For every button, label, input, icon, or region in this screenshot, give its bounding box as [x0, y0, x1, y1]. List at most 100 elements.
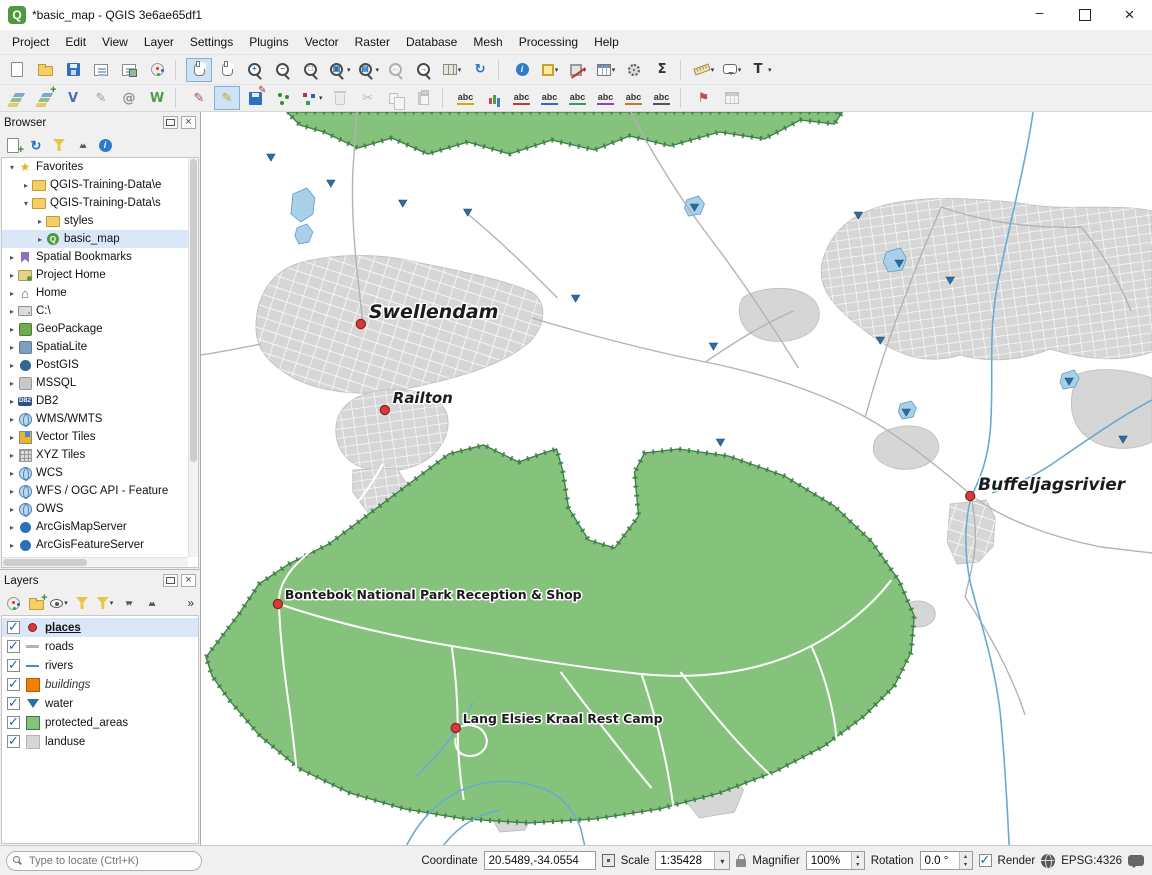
- scrollbar-thumb[interactable]: [3, 559, 87, 566]
- menu-project[interactable]: Project: [4, 32, 57, 52]
- layer-item-landuse[interactable]: landuse: [2, 732, 198, 751]
- zoom-in-button[interactable]: +: [242, 58, 268, 82]
- browser-item-qgis-training-data-s[interactable]: ▾QGIS-Training-Data\s: [2, 194, 188, 212]
- layer-item-rivers[interactable]: rivers: [2, 656, 198, 675]
- expander-icon[interactable]: ▸: [6, 253, 18, 262]
- expander-icon[interactable]: ▸: [6, 469, 18, 478]
- layers-float-button[interactable]: [163, 574, 178, 587]
- expander-icon[interactable]: ▸: [6, 505, 18, 514]
- spin-up-button[interactable]: [960, 852, 972, 861]
- pan-map-to-selection-button[interactable]: [214, 58, 240, 82]
- new-project-button[interactable]: [4, 58, 30, 82]
- current-edits-button[interactable]: ✎: [186, 86, 212, 110]
- zoom-to-layer-button[interactable]: ▤: [355, 58, 382, 82]
- minimize-button[interactable]: [1017, 0, 1062, 30]
- show-layout-manager-button[interactable]: [116, 58, 142, 82]
- scale-input[interactable]: [656, 852, 714, 869]
- expander-icon[interactable]: ▸: [6, 541, 18, 550]
- highlight-pinned-labels-button[interactable]: abc: [565, 86, 591, 110]
- zoom-next-button[interactable]: →: [411, 58, 437, 82]
- labeling-rules-button[interactable]: abc: [509, 86, 535, 110]
- layer-item-places[interactable]: places: [2, 618, 198, 637]
- open-attribute-table-button[interactable]: [593, 58, 619, 82]
- layer-labeling-options-button[interactable]: abc: [453, 86, 479, 110]
- layer-checkbox[interactable]: [7, 621, 20, 634]
- filter-browser-button[interactable]: [48, 134, 70, 156]
- expander-icon[interactable]: ▸: [6, 271, 18, 280]
- menu-help[interactable]: Help: [586, 32, 627, 52]
- locate-input[interactable]: [6, 851, 202, 871]
- new-map-view-button[interactable]: [439, 58, 465, 82]
- browser-item-wms-wmts[interactable]: ▸WMS/WMTS: [2, 410, 188, 428]
- save-layer-edits-button[interactable]: [242, 86, 268, 110]
- browser-item-spatial-bookmarks[interactable]: ▸Spatial Bookmarks: [2, 248, 188, 266]
- expander-icon[interactable]: ▸: [6, 433, 18, 442]
- lock-scale-icon[interactable]: [736, 859, 746, 867]
- browser-item-mssql[interactable]: ▸MSSQL: [2, 374, 188, 392]
- delete-selected-button[interactable]: [327, 86, 353, 110]
- new-shapefile-layer-button[interactable]: ✎: [88, 86, 114, 110]
- browser-item-arcgisfeatureserver[interactable]: ▸ArcGisFeatureServer: [2, 536, 188, 554]
- spin-down-button[interactable]: [960, 861, 972, 870]
- browser-item-project-home[interactable]: ▸Project Home: [2, 266, 188, 284]
- zoom-full-button[interactable]: □: [298, 58, 324, 82]
- render-checkbox[interactable]: [979, 854, 992, 867]
- spin-up-button[interactable]: [852, 852, 864, 861]
- browser-item-qgis-training-data-e[interactable]: ▸QGIS-Training-Data\e: [2, 176, 188, 194]
- paste-features-button[interactable]: [411, 86, 437, 110]
- layer-item-protected_areas[interactable]: protected_areas: [2, 713, 198, 732]
- add-wms-layer-button[interactable]: W: [144, 86, 170, 110]
- vertex-tool-button[interactable]: [298, 86, 325, 110]
- statistical-summary-button[interactable]: Σ: [649, 58, 675, 82]
- zoom-to-selection-button[interactable]: ▣: [326, 58, 353, 82]
- options-button[interactable]: [621, 58, 647, 82]
- layer-checkbox[interactable]: [7, 735, 20, 748]
- expander-icon[interactable]: ▸: [6, 325, 18, 334]
- menu-layer[interactable]: Layer: [136, 32, 182, 52]
- menu-edit[interactable]: Edit: [57, 32, 94, 52]
- extents-toggle-icon[interactable]: [602, 854, 615, 867]
- new-print-layout-button[interactable]: [88, 58, 114, 82]
- rotate-label-button[interactable]: abc: [621, 86, 647, 110]
- expander-icon[interactable]: ▸: [6, 307, 18, 316]
- layer-checkbox[interactable]: [7, 678, 20, 691]
- new-virtual-layer-button[interactable]: V: [60, 86, 86, 110]
- map-canvas[interactable]: Swellendam Railton Buffeljagsrivier Bont…: [201, 112, 1152, 845]
- zoom-out-button[interactable]: −: [270, 58, 296, 82]
- menu-plugins[interactable]: Plugins: [241, 32, 296, 52]
- browser-item-spatialite[interactable]: ▸SpatiaLite: [2, 338, 188, 356]
- browser-item-postgis[interactable]: ▸PostGIS: [2, 356, 188, 374]
- filter-by-expression-button[interactable]: [94, 592, 116, 614]
- add-group-button[interactable]: [25, 592, 47, 614]
- expander-icon[interactable]: ▸: [6, 451, 18, 460]
- menu-view[interactable]: View: [94, 32, 136, 52]
- layer-item-water[interactable]: water: [2, 694, 198, 713]
- filter-legend-button[interactable]: [71, 592, 93, 614]
- open-project-button[interactable]: [32, 58, 58, 82]
- menu-processing[interactable]: Processing: [511, 32, 586, 52]
- browser-item-xyz-tiles[interactable]: ▸XYZ Tiles: [2, 446, 188, 464]
- deselect-features-button[interactable]: [565, 58, 591, 82]
- text-annotation-button[interactable]: T: [747, 58, 774, 82]
- layer-checkbox[interactable]: [7, 640, 20, 653]
- map-annotation-button[interactable]: [719, 58, 745, 82]
- rotation-input[interactable]: [921, 852, 959, 869]
- refresh-browser-button[interactable]: [25, 134, 47, 156]
- move-label-button[interactable]: abc: [593, 86, 619, 110]
- scale-dropdown-button[interactable]: [714, 852, 729, 869]
- menu-database[interactable]: Database: [398, 32, 465, 52]
- browser-item-wfs-ogc-api-feature[interactable]: ▸WFS / OGC API - Feature: [2, 482, 188, 500]
- browser-float-button[interactable]: [163, 116, 178, 129]
- collapse-all-button[interactable]: [140, 592, 162, 614]
- add-selected-layers-button[interactable]: [2, 134, 24, 156]
- menu-settings[interactable]: Settings: [182, 32, 241, 52]
- browser-item-geopackage[interactable]: ▸GeoPackage: [2, 320, 188, 338]
- close-button[interactable]: [1107, 0, 1152, 30]
- scrollbar-thumb[interactable]: [190, 159, 197, 462]
- properties-button[interactable]: [94, 134, 116, 156]
- zoom-last-button[interactable]: ←: [383, 58, 409, 82]
- open-layer-styling-button[interactable]: [2, 592, 24, 614]
- collapse-all-button[interactable]: [71, 134, 93, 156]
- browser-item-vector-tiles[interactable]: ▸Vector Tiles: [2, 428, 188, 446]
- crs-globe-icon[interactable]: [1041, 854, 1055, 868]
